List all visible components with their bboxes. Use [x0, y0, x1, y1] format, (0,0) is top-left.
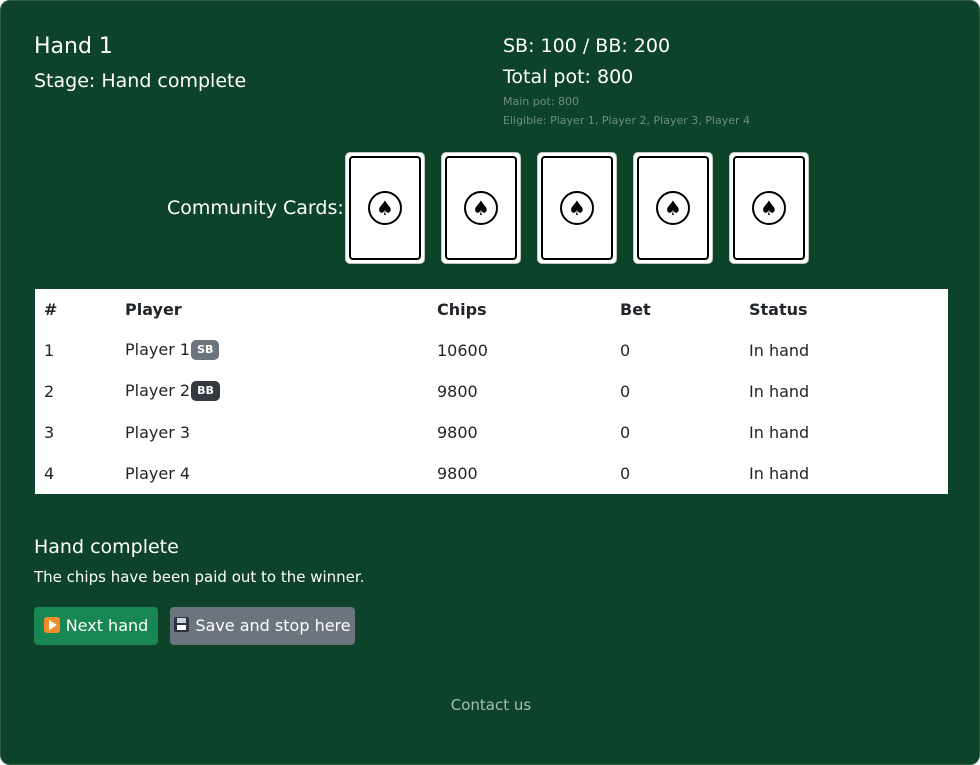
blinds-label: SB: 100 / BB: 200: [503, 35, 671, 57]
pot-info: SB: 100 / BB: 200 Total pot: 800 Main po…: [503, 31, 750, 130]
header-seat: #: [44, 300, 58, 319]
bet-value: 0: [620, 341, 631, 360]
save-and-stop-label: Save and stop here: [195, 616, 351, 635]
player-cell: Player 4: [125, 453, 437, 494]
seat-number: 2: [44, 382, 55, 401]
seat-number: 3: [44, 423, 55, 442]
card-back: ♠: [445, 156, 517, 260]
save-and-stop-button[interactable]: Save and stop here: [170, 607, 355, 645]
hand-result: Hand complete The chips have been paid o…: [34, 533, 364, 588]
next-hand-label: Next hand: [65, 616, 149, 635]
hand-info: Hand 1 Stage: Hand complete: [34, 31, 246, 95]
table-row: 2 Player 2 BB 9800 0 In hand: [35, 371, 948, 412]
player-cell: Player 3: [125, 412, 437, 453]
player-cell: Player 1 SB: [125, 330, 437, 371]
table-header-row: # Player Chips Bet Status: [35, 289, 948, 330]
community-card: ♠: [729, 152, 809, 264]
spade-icon: ♠: [752, 191, 786, 225]
card-back: ♠: [349, 156, 421, 260]
community-card: ♠: [633, 152, 713, 264]
header-status: Status: [749, 300, 808, 319]
status-value: In hand: [749, 423, 810, 442]
big-blind-badge: BB: [191, 380, 220, 401]
player-name: Player 1: [125, 340, 191, 360]
community-card: ♠: [345, 152, 425, 264]
players-table: # Player Chips Bet Status 1 Player 1 SB 1…: [35, 289, 948, 494]
community-card: ♠: [537, 152, 617, 264]
table-row: 3 Player 3 9800 0 In hand: [35, 412, 948, 453]
floppy-disk-icon: [174, 617, 190, 632]
chips-value: 10600: [437, 341, 488, 360]
spade-icon: ♠: [368, 191, 402, 225]
header-bet: Bet: [620, 300, 651, 319]
next-hand-button[interactable]: Next hand: [34, 607, 158, 645]
player-name: Player 4: [125, 464, 191, 483]
game-panel: Hand 1 Stage: Hand complete SB: 100 / BB…: [0, 0, 980, 765]
header-chips: Chips: [437, 300, 487, 319]
community-cards-label: Community Cards:: [167, 197, 344, 219]
card-back: ♠: [733, 156, 805, 260]
player-cell: Player 2 BB: [125, 371, 437, 412]
chips-value: 9800: [437, 423, 478, 442]
community-card: ♠: [441, 152, 521, 264]
result-title: Hand complete: [34, 536, 179, 558]
players-table-container: # Player Chips Bet Status 1 Player 1 SB 1…: [35, 289, 948, 494]
player-name: Player 2: [125, 381, 191, 401]
status-value: In hand: [749, 341, 810, 360]
community-cards: Community Cards: ♠ ♠ ♠ ♠ ♠: [1, 152, 980, 264]
player-name: Player 3: [125, 423, 191, 442]
card-back: ♠: [541, 156, 613, 260]
spade-icon: ♠: [656, 191, 690, 225]
small-blind-badge: SB: [191, 339, 220, 360]
status-value: In hand: [749, 464, 810, 483]
footer: Contact us: [1, 695, 980, 715]
bet-value: 0: [620, 423, 631, 442]
header-player: Player: [125, 300, 182, 319]
spade-icon: ♠: [560, 191, 594, 225]
status-value: In hand: [749, 382, 810, 401]
seat-number: 4: [44, 464, 55, 483]
chips-value: 9800: [437, 464, 478, 483]
chips-value: 9800: [437, 382, 478, 401]
table-row: 4 Player 4 9800 0 In hand: [35, 453, 948, 494]
hand-title: Hand 1: [34, 34, 113, 59]
contact-us-link[interactable]: Contact us: [451, 696, 531, 714]
spade-icon: ♠: [464, 191, 498, 225]
play-icon: [43, 616, 60, 633]
result-message: The chips have been paid out to the winn…: [34, 568, 365, 586]
seat-number: 1: [44, 341, 55, 360]
total-pot-label: Total pot: 800: [503, 66, 634, 88]
stage-label: Stage: Hand complete: [34, 70, 247, 92]
eligible-players-label: Eligible: Player 1, Player 2, Player 3, …: [503, 114, 750, 127]
main-pot-label: Main pot: 800: [503, 95, 579, 108]
card-back: ♠: [637, 156, 709, 260]
bet-value: 0: [620, 464, 631, 483]
bet-value: 0: [620, 382, 631, 401]
table-row: 1 Player 1 SB 10600 0 In hand: [35, 330, 948, 371]
